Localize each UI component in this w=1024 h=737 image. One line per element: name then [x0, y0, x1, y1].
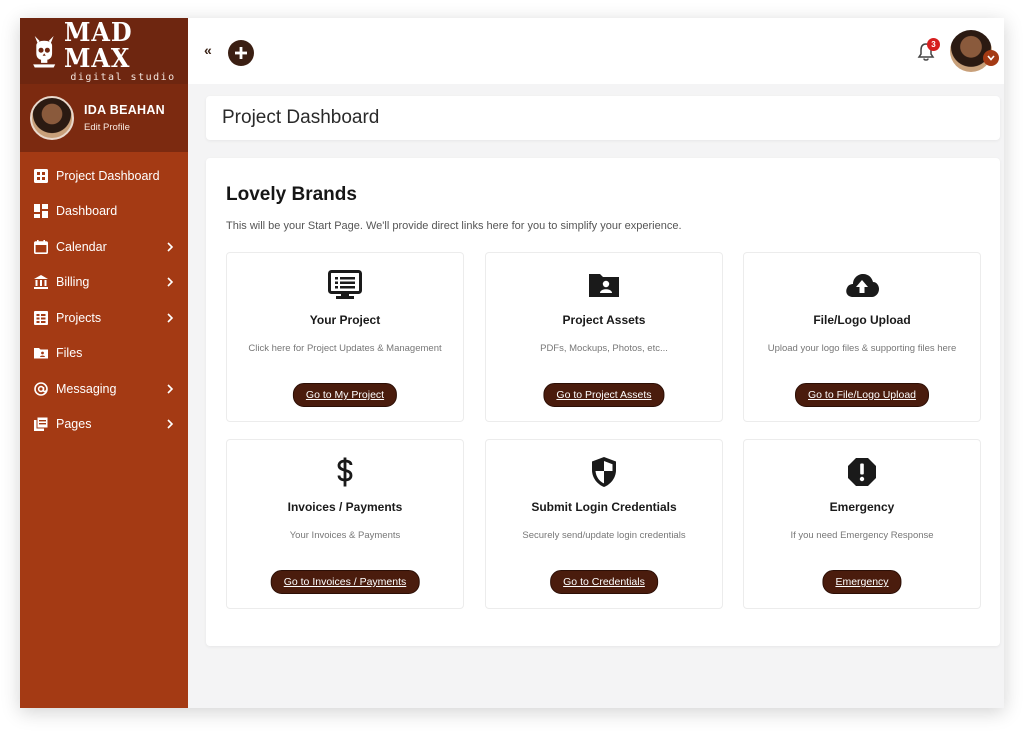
- skull-logo-icon: [33, 36, 56, 68]
- card-description: Upload your logo files & supporting file…: [767, 343, 957, 354]
- edit-profile-link[interactable]: Edit Profile: [84, 122, 165, 133]
- calendar-icon: [34, 239, 48, 254]
- card-icon-wrap: [486, 269, 722, 301]
- avatar: [30, 96, 74, 140]
- sidebar-item-label: Calendar: [56, 239, 107, 254]
- card-submit-login-credentials: Submit Login Credentials Securely send/u…: [485, 439, 723, 609]
- chevron-right-icon: [167, 313, 174, 323]
- add-button[interactable]: [228, 40, 254, 66]
- start-panel: Lovely Brands This will be your Start Pa…: [206, 158, 1000, 646]
- sidebar-item-calendar[interactable]: Calendar: [20, 229, 188, 265]
- sidebar-item-project-dashboard[interactable]: Project Dashboard: [20, 158, 188, 194]
- go-to-invoices-payments-button[interactable]: Go to Invoices / Payments: [270, 570, 420, 594]
- sidebar-item-billing[interactable]: Billing: [20, 265, 188, 301]
- sidebar-item-messaging[interactable]: Messaging: [20, 371, 188, 407]
- card-emergency: Emergency If you need Emergency Response…: [743, 439, 981, 609]
- card-title: Your Project: [309, 313, 381, 327]
- sidebar-item-dashboard[interactable]: Dashboard: [20, 194, 188, 230]
- card-icon-wrap: [744, 456, 980, 488]
- plus-icon: [235, 47, 247, 59]
- brand-name: MAD MAX: [64, 18, 133, 74]
- user-name: IDA BEAHAN: [84, 103, 166, 117]
- folder-user-icon: [589, 274, 619, 297]
- card-project-assets: Project Assets PDFs, Mockups, Photos, et…: [485, 252, 723, 422]
- chevron-right-icon: [167, 419, 174, 429]
- card-icon-wrap: [486, 456, 722, 488]
- sidebar-item-label: Pages: [56, 417, 92, 432]
- card-description: Your Invoices & Payments: [289, 530, 401, 541]
- sidebar: MAD MAX digital studio IDA BEAHAN Edit P…: [20, 18, 188, 708]
- sidebar-item-projects[interactable]: Projects: [20, 300, 188, 336]
- sidebar-item-label: Billing: [56, 275, 90, 290]
- card-invoices-payments: Invoices / Payments Your Invoices & Paym…: [226, 439, 464, 609]
- notification-badge: 3: [927, 38, 940, 51]
- card-icon-wrap: [744, 269, 980, 301]
- sidebar-nav: Project Dashboard Dashboard Calendar Bil…: [20, 152, 188, 442]
- panel-title: Lovely Brands: [226, 184, 357, 205]
- card-description: If you need Emergency Response: [790, 530, 934, 541]
- dashboard-icon: [34, 204, 48, 219]
- sidebar-item-label: Projects: [56, 310, 102, 325]
- sidebar-item-pages[interactable]: Pages: [20, 407, 188, 443]
- card-your-project: Your Project Click here for Project Upda…: [226, 252, 464, 422]
- bank-icon: [34, 275, 48, 290]
- cloud-upload-icon: [846, 274, 879, 297]
- card-description: PDFs, Mockups, Photos, etc...: [540, 343, 668, 354]
- brand-text: MAD MAX digital studio: [64, 20, 188, 83]
- go-to-my-project-button[interactable]: Go to My Project: [292, 383, 398, 407]
- collapse-sidebar-button[interactable]: «: [204, 42, 212, 58]
- card-title: Project Assets: [562, 313, 646, 327]
- card-title: Submit Login Credentials: [531, 500, 677, 514]
- card-title: Invoices / Payments: [287, 500, 403, 514]
- chevron-right-icon: [167, 384, 174, 394]
- at-icon: [34, 381, 48, 396]
- sidebar-item-files[interactable]: Files: [20, 336, 188, 372]
- go-to-credentials-button[interactable]: Go to Credentials: [550, 570, 658, 594]
- user-info: IDA BEAHAN Edit Profile: [84, 103, 165, 133]
- sidebar-item-label: Project Dashboard: [56, 168, 160, 183]
- folder-icon: [34, 348, 48, 359]
- monitor-list-icon: [328, 270, 362, 299]
- projects-icon: [34, 310, 48, 325]
- sidebar-item-label: Dashboard: [56, 204, 118, 219]
- chevron-right-icon: [167, 277, 174, 287]
- project-dashboard-icon: [34, 168, 48, 183]
- chevron-right-icon: [167, 242, 174, 252]
- card-title: Emergency: [829, 500, 895, 514]
- emergency-button[interactable]: Emergency: [822, 570, 902, 594]
- user-profile[interactable]: IDA BEAHAN Edit Profile: [20, 84, 188, 152]
- brand-logo-area[interactable]: MAD MAX digital studio: [20, 18, 188, 84]
- go-to-file-logo-upload-button[interactable]: Go to File/Logo Upload: [795, 383, 929, 407]
- card-file-logo-upload: File/Logo Upload Upload your logo files …: [743, 252, 981, 422]
- sidebar-item-label: Files: [56, 346, 83, 361]
- page-title: Project Dashboard: [222, 107, 380, 128]
- alert-octagon-icon: [848, 458, 876, 486]
- card-icon-wrap: [227, 456, 463, 488]
- app-window: MAD MAX digital studio IDA BEAHAN Edit P…: [20, 18, 1004, 708]
- user-menu-toggle[interactable]: [983, 50, 999, 66]
- topbar: « 3: [188, 18, 1004, 84]
- card-title: File/Logo Upload: [813, 313, 911, 327]
- pages-icon: [34, 417, 48, 432]
- panel-subtitle: This will be your Start Page. We'll prov…: [226, 220, 682, 232]
- card-icon-wrap: [227, 269, 463, 301]
- go-to-project-assets-button[interactable]: Go to Project Assets: [543, 383, 665, 407]
- card-description: Securely send/update login credentials: [522, 530, 686, 541]
- shield-icon: [592, 457, 616, 487]
- dollar-icon: [337, 457, 353, 487]
- page-header: Project Dashboard: [206, 96, 1000, 140]
- card-description: Click here for Project Updates & Managem…: [248, 343, 442, 354]
- chevron-down-icon: [987, 55, 995, 61]
- sidebar-item-label: Messaging: [56, 381, 117, 396]
